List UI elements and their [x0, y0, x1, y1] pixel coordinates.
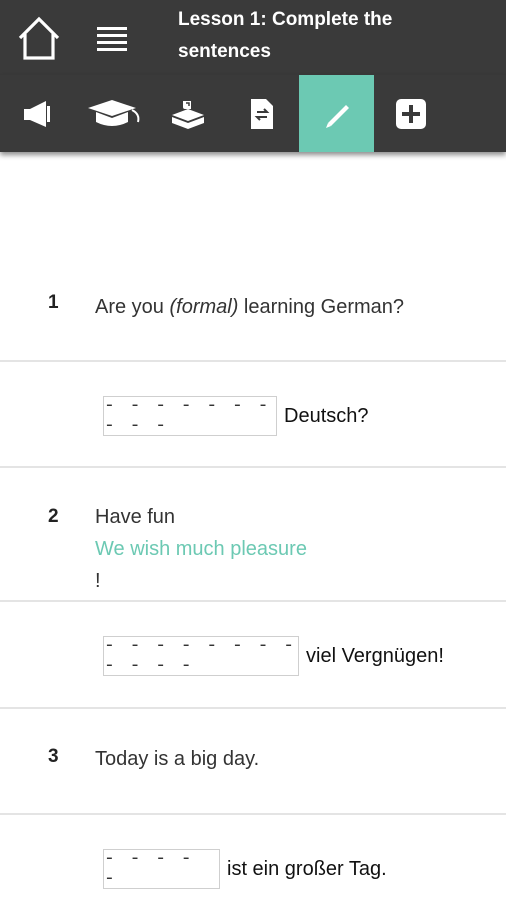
- tool-graduation[interactable]: [76, 75, 151, 152]
- question-number-1: 1: [48, 292, 59, 313]
- tool-add[interactable]: [373, 75, 448, 152]
- question-text-italic: (formal): [169, 296, 239, 318]
- inbox-hand-icon: [171, 100, 204, 129]
- divider: [0, 466, 506, 468]
- home-button[interactable]: [14, 14, 64, 64]
- question-text-end: !: [95, 570, 101, 592]
- question-number-3: 3: [48, 746, 59, 767]
- tool-inbox[interactable]: [150, 75, 225, 152]
- question-text-part: Have fun: [95, 506, 176, 528]
- document-exchange-icon: [250, 98, 273, 129]
- divider: [0, 360, 506, 362]
- answer-input-1[interactable]: - - - - - - - - - -: [103, 396, 277, 436]
- question-text-part: learning German?: [238, 296, 405, 318]
- tool-pencil[interactable]: [299, 75, 374, 152]
- pencil-icon: [325, 104, 349, 128]
- question-text-3: Today is a big day.: [95, 748, 260, 770]
- hamburger-icon: [97, 27, 127, 51]
- lesson-title: Lesson 1: Complete the sentences: [178, 9, 393, 62]
- toolbar: [0, 75, 506, 152]
- divider: [0, 813, 506, 815]
- divider: [0, 707, 506, 709]
- graduation-cap-icon: [87, 99, 139, 126]
- header-bar: Lesson 1: Complete the sentences: [0, 0, 506, 75]
- answer-row-1: - - - - - - - - - - Deutsch?: [103, 396, 369, 436]
- megaphone-icon: [23, 100, 50, 127]
- home-icon: [18, 16, 60, 60]
- answer-input-2[interactable]: - - - - - - - - - - - -: [103, 636, 299, 676]
- tool-megaphone[interactable]: [0, 75, 75, 152]
- question-text-2: Have fun We wish much pleasure !: [95, 501, 475, 597]
- tool-document[interactable]: [224, 75, 299, 152]
- answer-suffix-1: Deutsch?: [284, 404, 369, 427]
- answer-suffix-2: viel Vergnügen!: [306, 644, 444, 667]
- plus-box-icon: [395, 98, 426, 129]
- translation-hint: We wish much pleasure: [95, 538, 307, 560]
- question-number-2: 2: [48, 506, 59, 527]
- answer-row-3: - - - - - ist ein großer Tag.: [103, 849, 387, 889]
- answer-suffix-3: ist ein großer Tag.: [227, 857, 387, 880]
- answer-row-2: - - - - - - - - - - - - viel Vergnügen!: [103, 636, 444, 676]
- question-text-part: Are you: [95, 296, 170, 318]
- question-text-1: Are you (formal) learning German?: [95, 290, 475, 324]
- menu-button[interactable]: [92, 18, 134, 60]
- answer-input-3[interactable]: - - - - -: [103, 849, 220, 889]
- divider: [0, 600, 506, 602]
